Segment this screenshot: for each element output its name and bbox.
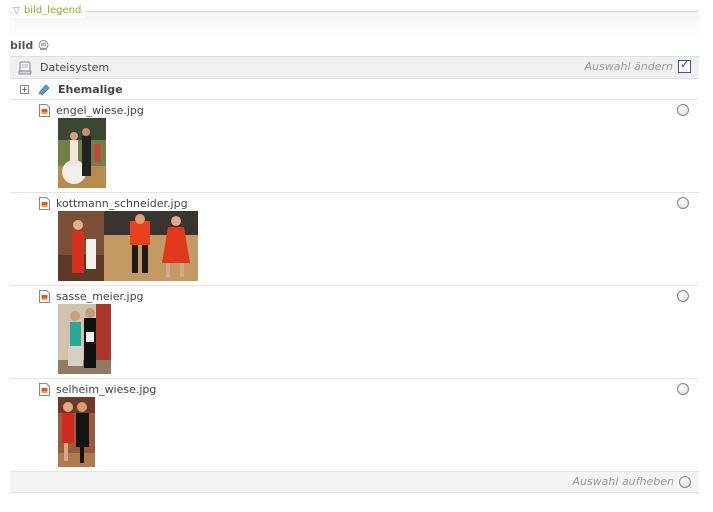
file-heading: kottmann_schneider.jpg (39, 197, 188, 210)
fieldset-legend[interactable]: ▽ bild_legend (11, 4, 86, 18)
expand-plus-icon[interactable]: + (20, 84, 29, 94)
folder-pencil-icon (38, 84, 50, 96)
collapse-triangle-icon[interactable]: ▽ (13, 4, 20, 18)
file-name: engel_wiese.jpg (56, 104, 144, 117)
image-file-icon (39, 197, 50, 210)
file-select-radio[interactable] (677, 197, 689, 209)
clear-selection-control[interactable]: Auswahl aufheben (572, 475, 691, 488)
image-thumbnail[interactable] (58, 211, 198, 281)
footer-row: Auswahl aufheben (10, 472, 699, 493)
image-file-icon (39, 383, 50, 396)
image-selection-list: Dateisystem Auswahl ändern ✓ + Ehemalige… (10, 56, 699, 493)
image-thumbnail[interactable] (58, 397, 95, 467)
field-label-row: bild (10, 39, 49, 52)
clear-selection-radio[interactable] (679, 475, 691, 488)
file-name: sasse_meier.jpg (56, 290, 144, 303)
image-thumbnail[interactable] (58, 118, 106, 188)
help-icon[interactable] (38, 40, 49, 51)
image-file-icon (39, 104, 50, 117)
image-file-icon (39, 290, 50, 303)
folder-row[interactable]: + Ehemalige (10, 79, 699, 100)
change-selection-control[interactable]: Auswahl ändern ✓ (584, 58, 691, 73)
file-select-radio[interactable] (677, 104, 689, 116)
folder-label: Ehemalige (58, 82, 123, 96)
file-heading: engel_wiese.jpg (39, 104, 144, 117)
change-selection-checkbox[interactable]: ✓ (678, 58, 691, 73)
fieldset-header-shade (10, 12, 699, 38)
file-heading: selheim_wiese.jpg (39, 383, 156, 396)
source-label: Dateisystem (40, 61, 110, 74)
file-heading: sasse_meier.jpg (39, 290, 144, 303)
checkmark-icon: ✓ (680, 58, 690, 71)
clear-selection-label: Auswahl aufheben (572, 475, 674, 488)
file-row[interactable]: kottmann_schneider.jpg (10, 193, 699, 286)
file-row[interactable]: selheim_wiese.jpg (10, 379, 699, 472)
image-thumbnail[interactable] (58, 304, 111, 374)
file-row[interactable]: engel_wiese.jpg (10, 100, 699, 193)
filesystem-icon (18, 61, 32, 74)
file-select-radio[interactable] (677, 290, 689, 302)
file-row[interactable]: sasse_meier.jpg (10, 286, 699, 379)
source-row: Dateisystem Auswahl ändern ✓ (10, 56, 699, 79)
legend-title: bild_legend (23, 5, 82, 16)
file-name: selheim_wiese.jpg (56, 383, 157, 396)
change-selection-label: Auswahl ändern (584, 60, 673, 73)
file-select-radio[interactable] (677, 383, 689, 395)
file-name: kottmann_schneider.jpg (56, 197, 188, 210)
field-label: bild (10, 39, 34, 52)
